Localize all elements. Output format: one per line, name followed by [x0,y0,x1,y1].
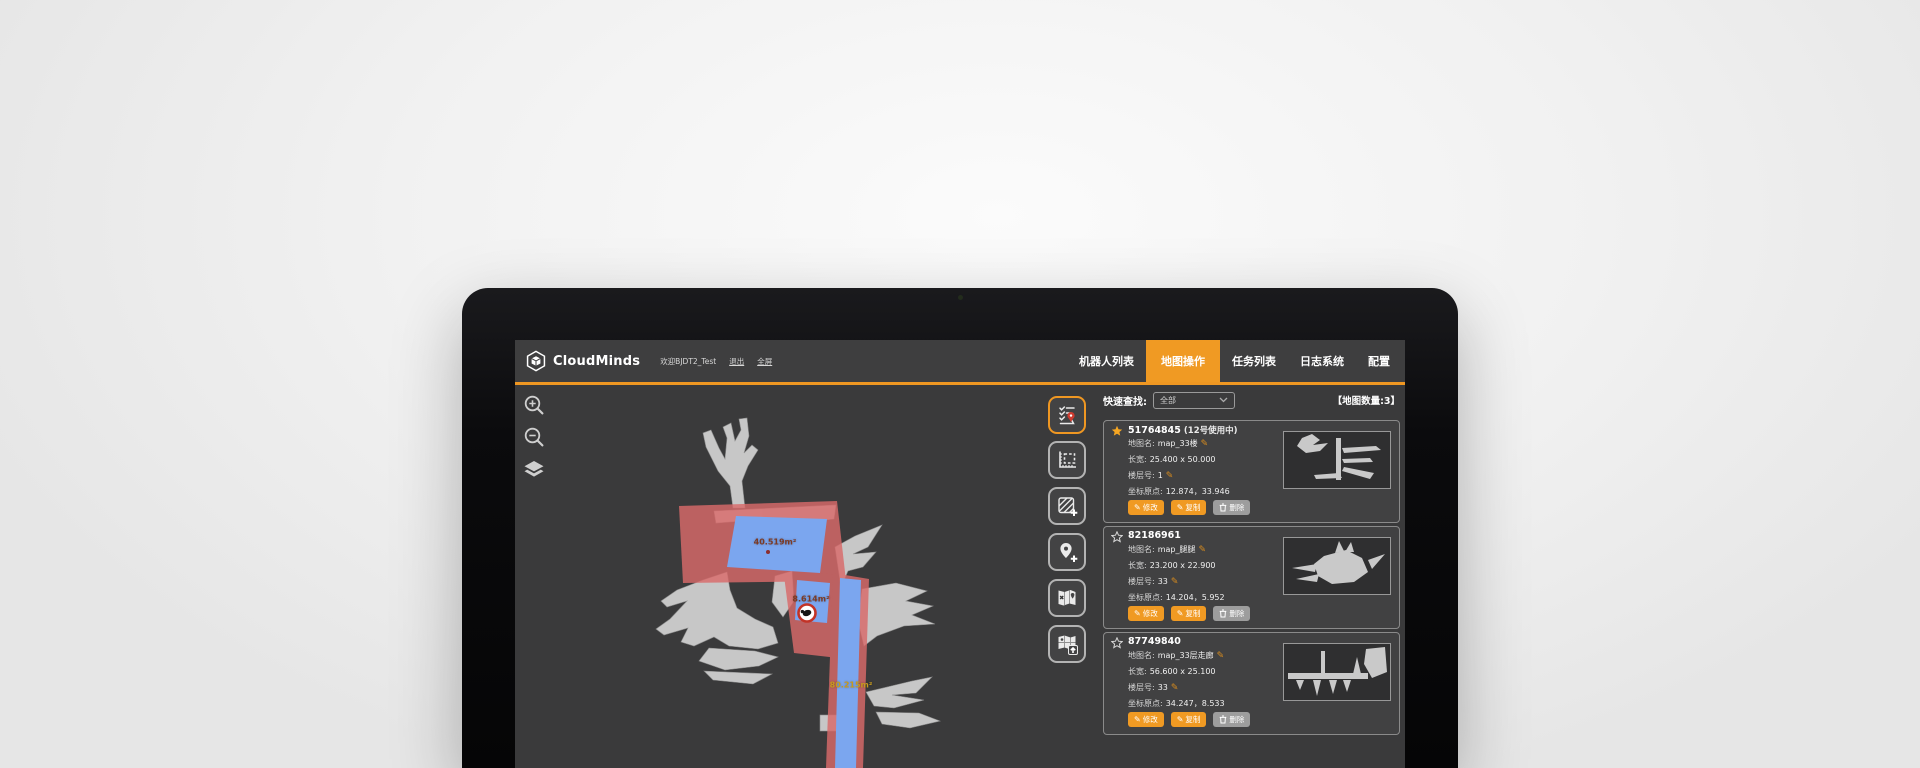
field-map-name: 地图名:map_33楼✎ [1128,438,1208,449]
area-label: 40.519m² [754,538,797,547]
field-floor: 楼层号:33✎ [1128,682,1178,693]
ruler-dashed-rect-icon [1055,448,1079,472]
map-card[interactable]: 51764845(12号使用中) 地图名:map_33楼✎ 长宽:25.400 … [1103,420,1400,523]
map-thumbnail-image [1284,432,1390,488]
welcome-text: 欢迎BJDT2_Test [660,356,716,367]
trash-icon [1219,503,1227,512]
pencil-icon: ✎ [1134,610,1141,618]
hatched-area-plus-icon [1055,494,1079,518]
pencil-icon[interactable]: ✎ [1217,651,1225,661]
area-label: 8.614m² [792,595,829,604]
map-thumbnail[interactable] [1283,643,1391,701]
brand-name: CloudMinds [553,354,640,369]
hexagon-cube-icon [525,350,547,372]
app-screen: 40.519m² 8.614m² 80.215m² [515,340,1405,768]
trash-icon [1219,609,1227,618]
field-dimensions: 长宽:23.200 x 22.900 [1128,560,1216,571]
brand-logo: CloudMinds [525,350,640,372]
magnifier-minus-icon [523,426,546,449]
map-thumbnail-image [1284,538,1390,594]
edit-button[interactable]: ✎修改 [1128,500,1164,515]
zoom-out-button[interactable] [523,426,546,453]
field-map-name: 地图名:map_33层走廊✎ [1128,650,1224,661]
pencil-icon[interactable]: ✎ [1171,577,1179,587]
tool-map-upload[interactable] [1048,625,1086,663]
map-id: 82186961 [1128,530,1184,541]
map-filter-dropdown[interactable]: 全部 [1153,392,1235,409]
map-card[interactable]: 82186961 地图名:map_腿腿✎ 长宽:23.200 x 22.900 … [1103,526,1400,629]
copy-button[interactable]: ✎复制 [1171,712,1207,727]
magnifier-plus-icon [523,394,546,417]
tool-add-zone[interactable] [1048,487,1086,525]
folded-map-x-icon [1055,586,1079,610]
fullscreen-link[interactable]: 全屏 [757,356,772,367]
page-background: 40.519m² 8.614m² 80.215m² [0,0,1920,768]
tool-map-erase[interactable] [1048,579,1086,617]
field-origin: 坐标原点:12.874，33.946 [1128,486,1230,497]
field-map-name: 地图名:map_腿腿✎ [1128,544,1206,555]
webcam-dot [958,295,963,300]
map-card[interactable]: 87749840 地图名:map_33层走廊✎ 长宽:56.600 x 25.1… [1103,632,1400,735]
field-origin: 坐标原点:14.204，5.952 [1128,592,1225,603]
layers-button[interactable] [523,460,545,483]
layers-diamond-icon [523,460,545,479]
field-origin: 坐标原点:34.247，8.533 [1128,698,1225,709]
tab-task-list[interactable]: 任务列表 [1220,340,1288,382]
pencil-icon: ✎ [1177,504,1184,512]
area-label: 80.215m² [830,681,873,690]
pencil-icon: ✎ [1177,716,1184,724]
map-count: 【地图数量:3】 [1333,393,1400,407]
map-id-note: (12号使用中) [1184,426,1238,436]
map-dot [766,550,770,554]
pencil-icon[interactable]: ✎ [1166,471,1174,481]
delete-button[interactable]: 删除 [1213,500,1250,515]
pencil-icon[interactable]: ✎ [1201,439,1209,449]
delete-button[interactable]: 删除 [1213,606,1250,621]
dropdown-value: 全部 [1160,395,1176,406]
tab-config[interactable]: 配置 [1356,340,1402,382]
edit-button[interactable]: ✎修改 [1128,606,1164,621]
map-id: 87749840 [1128,636,1184,647]
edit-button[interactable]: ✎修改 [1128,712,1164,727]
tab-map-operation[interactable]: 地图操作 [1146,340,1220,382]
star-filled-icon[interactable] [1111,425,1123,437]
tool-map-list[interactable] [1048,396,1086,434]
map-thumbnail[interactable] [1283,431,1391,489]
list-panel-header: 快速查找: 全部 【地图数量:3】 [1103,390,1400,410]
pencil-icon: ✎ [1134,504,1141,512]
pencil-icon: ✎ [1177,610,1184,618]
field-floor: 楼层号:33✎ [1128,576,1178,587]
chevron-down-icon [1219,397,1228,403]
map-arrow-up-icon [1055,632,1079,656]
field-dimensions: 长宽:25.400 x 50.000 [1128,454,1216,465]
top-navbar: CloudMinds 欢迎BJDT2_Test 退出 全屏 机器人列表 地图操作… [515,340,1405,385]
pin-plus-icon [1055,540,1079,564]
robot-marker [799,605,816,622]
quick-search-label: 快速查找: [1103,393,1147,408]
field-dimensions: 长宽:56.600 x 25.100 [1128,666,1216,677]
tab-robot-list[interactable]: 机器人列表 [1067,340,1146,382]
delete-button[interactable]: 删除 [1213,712,1250,727]
map-thumbnail-image [1284,644,1390,700]
map-thumbnail[interactable] [1283,537,1391,595]
pencil-icon[interactable]: ✎ [1198,545,1206,555]
checklist-pin-icon [1055,403,1079,427]
star-outline-icon[interactable] [1111,637,1123,649]
pencil-icon[interactable]: ✎ [1171,683,1179,693]
zoom-in-button[interactable] [523,394,546,421]
trash-icon [1219,715,1227,724]
tab-log-system[interactable]: 日志系统 [1288,340,1356,382]
pencil-icon: ✎ [1134,716,1141,724]
main-menu: 机器人列表 地图操作 任务列表 日志系统 配置 [1067,340,1402,382]
field-floor: 楼层号:1✎ [1128,470,1173,481]
star-outline-icon[interactable] [1111,531,1123,543]
copy-button[interactable]: ✎复制 [1171,606,1207,621]
copy-button[interactable]: ✎复制 [1171,500,1207,515]
logout-link[interactable]: 退出 [729,356,744,367]
tool-add-poi[interactable] [1048,533,1086,571]
map-id: 51764845(12号使用中) [1128,424,1238,436]
tool-measure-area[interactable] [1048,441,1086,479]
